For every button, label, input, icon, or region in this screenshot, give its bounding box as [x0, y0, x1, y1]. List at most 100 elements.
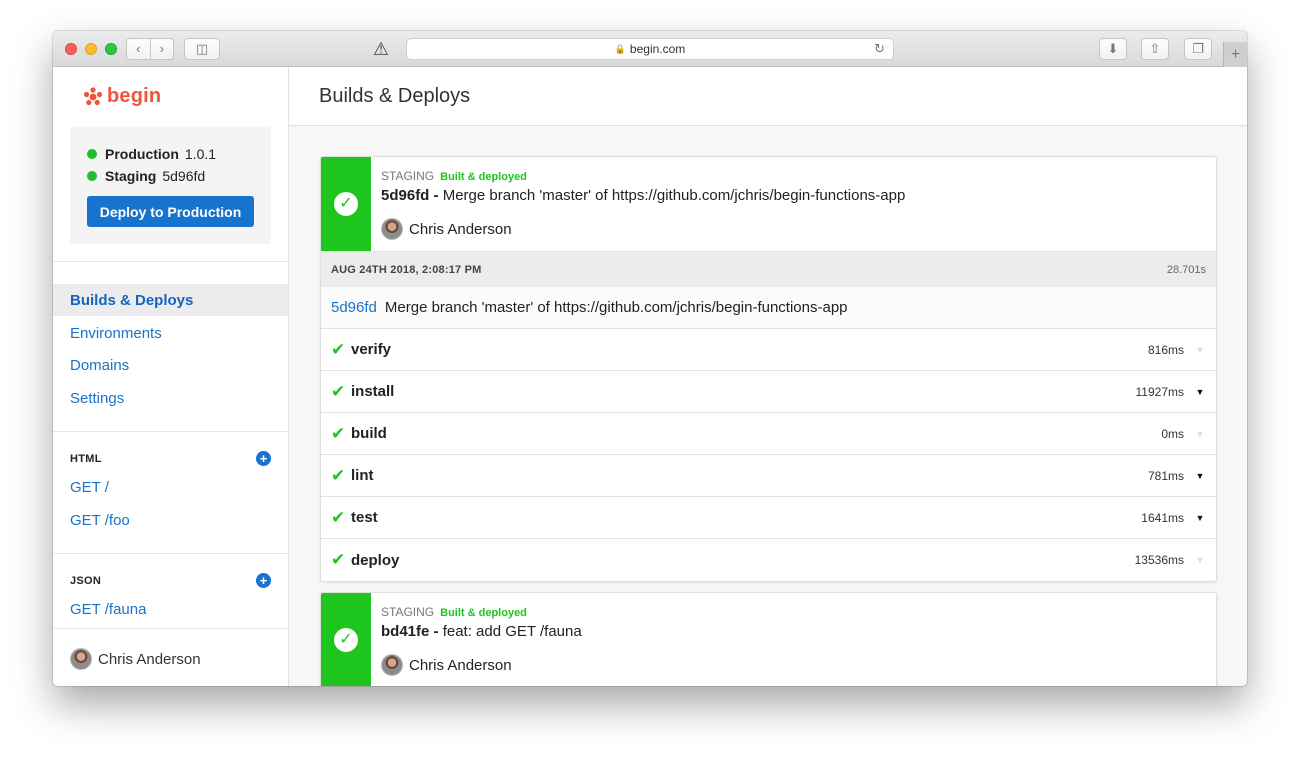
status-dot — [87, 149, 97, 159]
status-badge: Built & deployed — [440, 607, 527, 619]
commit-message: Merge branch 'master' of https://github.… — [442, 187, 906, 204]
step-row-deploy[interactable]: ✔ deploy 13536ms ▼ — [321, 539, 1216, 581]
address-bar[interactable]: 🔒 begin.com ↻ — [406, 38, 894, 60]
step-name: build — [351, 425, 387, 442]
build-timestamp-row: AUG 24TH 2018, 2:08:17 PM 28.701s — [321, 251, 1216, 287]
plus-icon[interactable]: + — [1223, 42, 1247, 67]
section-title-json: JSON — [70, 575, 102, 587]
download-icon[interactable]: ⬇ — [1099, 38, 1127, 60]
page-title: Builds & Deploys — [319, 85, 471, 107]
step-time: 0ms — [1161, 426, 1184, 441]
history-nav: ‹ › — [126, 38, 174, 60]
env-staging: Staging 5d96fd — [87, 168, 205, 184]
sidebar-item-settings[interactable]: Settings — [53, 382, 288, 414]
build-author: Chris Anderson — [381, 654, 512, 676]
commit-message: feat: add GET /fauna — [442, 623, 582, 640]
caret-down-icon[interactable]: ▼ — [1194, 387, 1206, 397]
environment-summary: Production 1.0.1 Staging 5d96fd Deploy t… — [70, 127, 271, 244]
page-header: Builds & Deploys — [289, 67, 1247, 126]
env-name: Staging — [105, 168, 157, 184]
env-tag: STAGING — [381, 169, 435, 183]
deploy-to-production-button[interactable]: Deploy to Production — [87, 196, 254, 227]
sidebar-divider — [53, 628, 288, 629]
step-time: 13536ms — [1134, 553, 1184, 567]
caret-down-icon: ▼ — [1195, 428, 1205, 439]
commit-message: Merge branch 'master' of https://github.… — [384, 299, 848, 316]
chevron-right-icon[interactable]: › — [151, 39, 174, 59]
commit-sha-link[interactable]: 5d96fd — [331, 299, 377, 316]
env-version: 1.0.1 — [184, 146, 217, 162]
env-production: Production 1.0.1 — [87, 146, 216, 162]
user-name: Chris Anderson — [98, 650, 201, 668]
author-name: Chris Anderson — [409, 656, 512, 674]
sidebar-item-domains[interactable]: Domains — [53, 349, 288, 381]
add-html-route-icon[interactable]: + — [256, 451, 271, 466]
check-icon: ✔ — [331, 465, 346, 485]
check-icon: ✔ — [331, 339, 346, 359]
chevron-left-icon[interactable]: ‹ — [127, 39, 151, 59]
step-time: 11927ms — [1135, 384, 1184, 399]
brand-logo[interactable]: begin — [83, 85, 161, 108]
check-icon: ✔ — [331, 381, 346, 401]
step-row-install[interactable]: ✔ install 11927ms ▼ — [321, 371, 1216, 413]
route-get-foo[interactable]: GET /foo — [70, 512, 130, 529]
section-title-html: HTML — [70, 453, 102, 465]
check-icon: ✔ — [331, 423, 346, 443]
step-name: verify — [351, 341, 392, 358]
route-get-fauna[interactable]: GET /fauna — [70, 601, 146, 618]
step-name: install — [351, 383, 395, 400]
build-commit-title: bd41fe - feat: add GET /fauna — [381, 623, 582, 640]
build-commit-title: 5d96fd - Merge branch 'master' of https:… — [381, 187, 906, 204]
share-icon[interactable]: ⇧ — [1141, 38, 1169, 60]
check-icon: ✔ — [331, 507, 346, 527]
build-author: Chris Anderson — [381, 218, 512, 240]
caret-down-icon: ▼ — [1195, 344, 1205, 355]
step-row-verify[interactable]: ✔ verify 816ms ▼ — [321, 329, 1216, 371]
step-row-test[interactable]: ✔ test 1641ms ▼ — [321, 497, 1216, 539]
sidebar-icon[interactable]: ◫ — [184, 38, 220, 60]
step-name: deploy — [351, 551, 400, 569]
browser-window: ‹ › ◫ ⚠ 🔒 begin.com ↻ ⬇ ⇧ ❐ + begin Prod… — [53, 31, 1247, 686]
zoom-window-button[interactable] — [105, 43, 117, 55]
reload-icon[interactable]: ↻ — [874, 41, 885, 57]
build-status-bar: ✓ — [321, 593, 371, 686]
step-time: 781ms — [1147, 468, 1184, 483]
main-content: Builds & Deploys ✓ STAGING Built & deploy… — [289, 67, 1247, 686]
build-summary[interactable]: ✓ STAGING Built & deployed 5d96fd - Merge… — [321, 157, 1216, 251]
env-tag: STAGING — [381, 605, 435, 619]
step-name: lint — [351, 467, 374, 484]
status-dot — [87, 171, 97, 181]
build-env-label: STAGING Built & deployed — [381, 169, 527, 183]
sidebar-divider — [53, 261, 288, 262]
route-get-root[interactable]: GET / — [70, 479, 109, 496]
caret-down-icon[interactable]: ▼ — [1194, 513, 1206, 523]
close-window-button[interactable] — [65, 43, 77, 55]
check-circle-icon: ✓ — [334, 628, 358, 652]
caret-down-icon[interactable]: ▼ — [1194, 471, 1206, 481]
add-json-route-icon[interactable]: + — [256, 573, 271, 588]
lock-icon: 🔒 — [614, 43, 626, 54]
step-time: 1641ms — [1141, 510, 1184, 525]
step-row-lint[interactable]: ✔ lint 781ms ▼ — [321, 455, 1216, 497]
check-circle-icon: ✓ — [334, 192, 358, 216]
tabs-icon[interactable]: ❐ — [1184, 38, 1212, 60]
brand-name: begin — [107, 85, 162, 107]
step-row-build[interactable]: ✔ build 0ms ▼ — [321, 413, 1216, 455]
commit-sha: 5d96fd — [381, 187, 430, 204]
user-menu[interactable]: Chris Anderson — [70, 648, 201, 670]
warning-icon[interactable]: ⚠ — [366, 38, 396, 60]
build-summary[interactable]: ✓ STAGING Built & deployed bd41fe - feat:… — [321, 593, 1216, 686]
build-date: AUG 24TH 2018, 2:08:17 PM — [331, 263, 482, 276]
step-name: test — [351, 509, 378, 526]
sidebar-item-environments[interactable]: Environments — [53, 317, 288, 349]
sidebar-item-builds-deploys[interactable]: Builds & Deploys — [53, 284, 288, 316]
minimize-window-button[interactable] — [85, 43, 97, 55]
build-env-label: STAGING Built & deployed — [381, 605, 527, 619]
avatar — [381, 218, 403, 240]
build-card: ✓ STAGING Built & deployed 5d96fd - Merge… — [320, 156, 1217, 582]
author-name: Chris Anderson — [409, 220, 512, 238]
app-sidebar: begin Production 1.0.1 Staging 5d96fd De… — [53, 67, 289, 686]
build-status-bar: ✓ — [321, 157, 371, 251]
env-name: Production — [105, 146, 179, 162]
sidebar-divider — [53, 553, 288, 554]
